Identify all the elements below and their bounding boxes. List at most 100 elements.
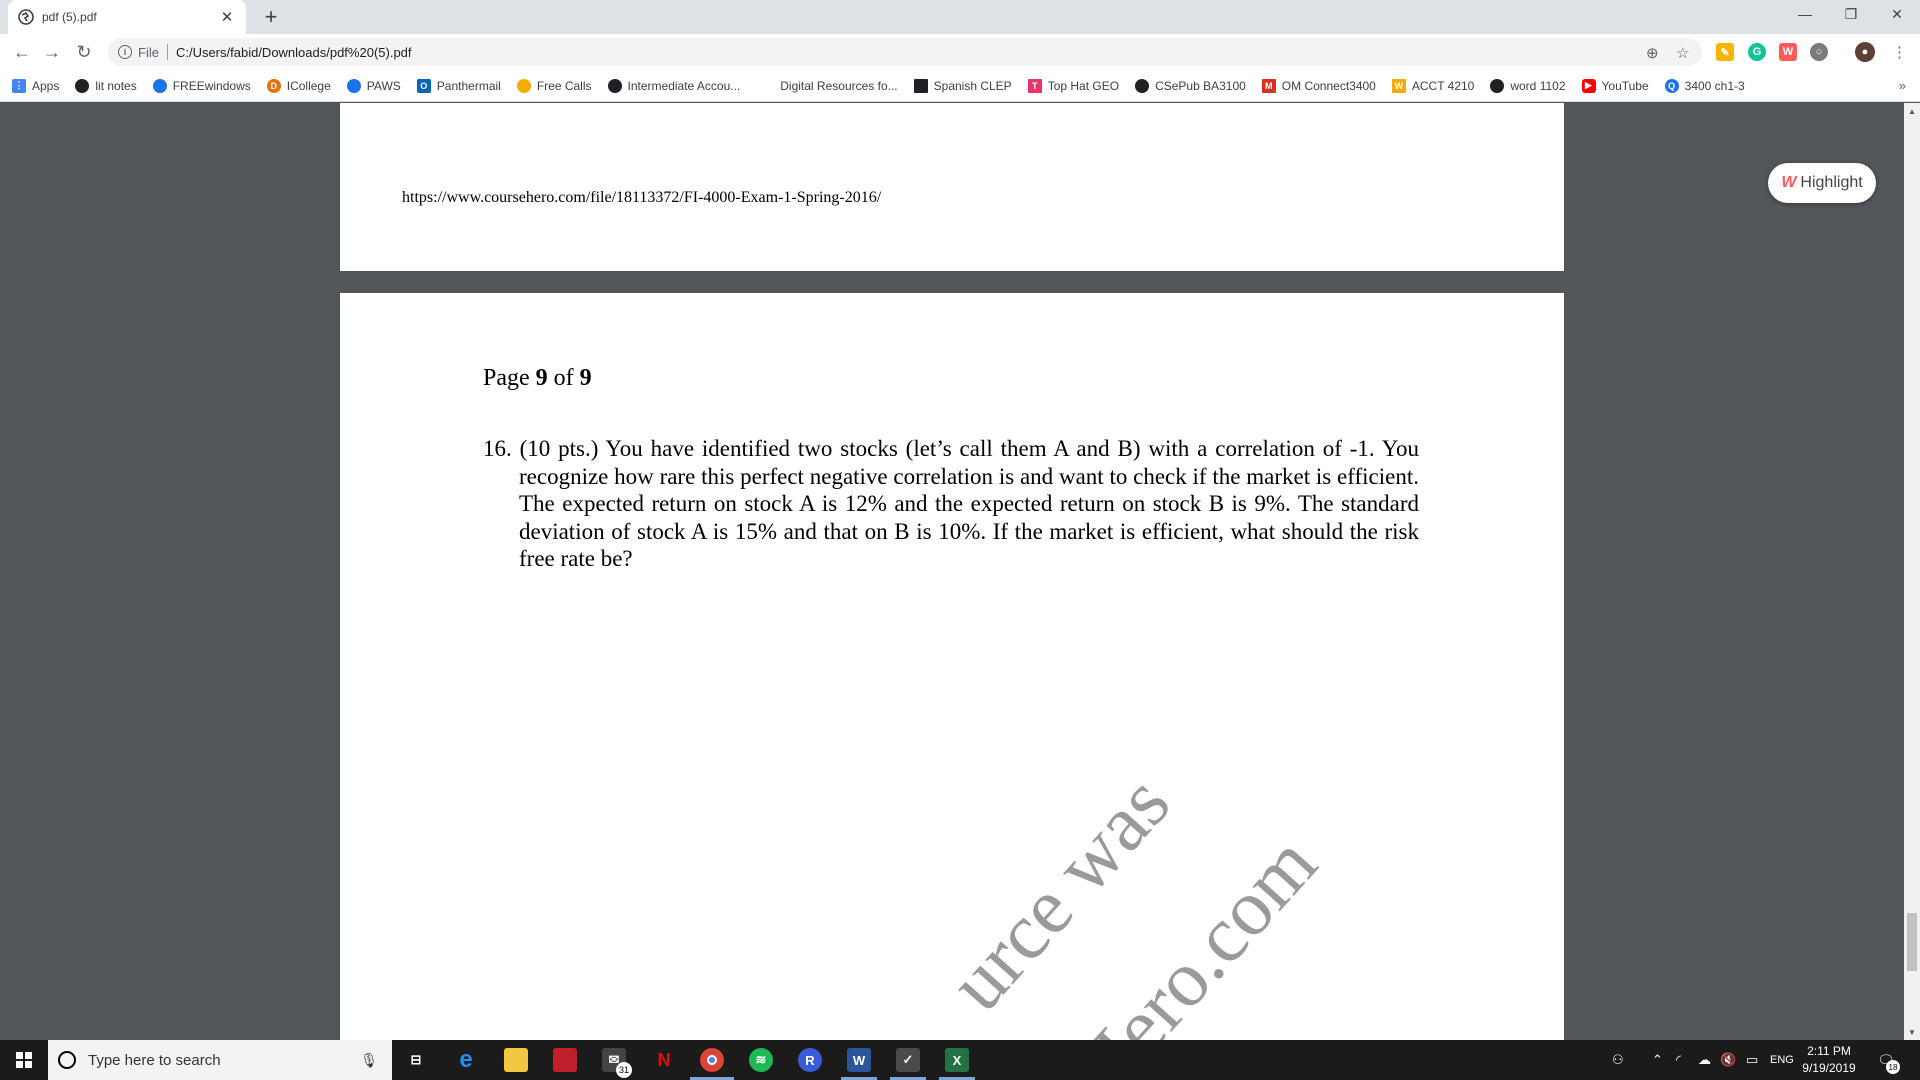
globe-icon [75, 78, 90, 93]
forward-button[interactable]: → [38, 38, 66, 66]
globe-icon [18, 9, 34, 25]
quizlet-icon: Q [1664, 78, 1679, 93]
globe-icon [607, 78, 622, 93]
start-button[interactable] [0, 1040, 48, 1080]
gsu-logo-icon [152, 78, 167, 93]
back-button[interactable]: ← [8, 38, 36, 66]
grammarly-extension-icon[interactable]: G [1748, 43, 1766, 61]
bookmark-3400-ch1-3[interactable]: Q 3400 ch1-3 [1664, 78, 1745, 93]
browser-toolbar: ← → ↻ i File C:/Users/fabid/Downloads/pd… [0, 34, 1920, 70]
zoom-icon[interactable]: ⊕ [1646, 44, 1659, 62]
address-separator [166, 44, 168, 60]
scheme-label: File [138, 44, 159, 60]
netflix-icon[interactable]: N [652, 1048, 676, 1072]
bookmark-top-hat-geo[interactable]: T Top Hat GEO [1027, 78, 1119, 93]
bookmark-icollege[interactable]: D ICollege [266, 78, 331, 93]
windows-logo-icon [16, 1052, 32, 1068]
bookmark-lit-notes[interactable]: lit notes [75, 78, 137, 93]
globe-icon [1135, 78, 1150, 93]
volume-muted-icon[interactable]: 🔇 [1720, 1040, 1736, 1080]
tab-strip: pdf (5).pdf ✕ + — ❐ ✕ [0, 0, 1920, 34]
bookmark-freewindows[interactable]: FREEwindows [152, 78, 251, 93]
bookmark-youtube[interactable]: ▶ YouTube [1581, 78, 1649, 93]
weava-icon: W [1391, 78, 1406, 93]
word-icon[interactable]: W [847, 1048, 871, 1072]
bookmarks-bar: ⋮ Apps lit notes FREEwindows D ICollege PA… [0, 70, 1920, 102]
minimize-button[interactable]: — [1782, 0, 1828, 28]
task-view-icon[interactable]: ⊟ [404, 1048, 428, 1072]
scroll-up-icon[interactable]: ▲ [1904, 103, 1920, 119]
bookmark-digital-resources[interactable]: Digital Resources fo... [780, 79, 897, 93]
people-icon[interactable]: ⚇ [1612, 1040, 1624, 1080]
bookmark-om-connect[interactable]: M OM Connect3400 [1261, 78, 1376, 93]
restore-button[interactable]: ❐ [1828, 0, 1874, 28]
bookmark-star-icon[interactable]: ☆ [1676, 44, 1689, 62]
language-indicator[interactable]: ENG [1770, 1040, 1794, 1080]
highlighter-extension-icon[interactable]: ✎ [1716, 43, 1734, 61]
taskbar-search-box[interactable]: Type here to search 🎙 [48, 1040, 392, 1080]
bookmark-panthermail[interactable]: O Panthermail [416, 78, 501, 93]
url-text[interactable]: C:/Users/fabid/Downloads/pdf%20(5).pdf [176, 45, 412, 60]
battery-icon[interactable]: ▭ [1746, 1040, 1758, 1080]
bookmark-word-1102[interactable]: word 1102 [1490, 78, 1566, 93]
r-app-icon[interactable]: R [798, 1048, 822, 1072]
edge-icon[interactable]: e [454, 1046, 478, 1073]
file-explorer-icon[interactable] [504, 1048, 528, 1072]
cortana-icon [58, 1051, 76, 1069]
reload-button[interactable]: ↻ [70, 38, 98, 66]
clock-date: 9/19/2019 [1802, 1061, 1856, 1075]
clock-time: 2:11 PM [1807, 1044, 1851, 1058]
onedrive-icon[interactable]: ☁ [1698, 1040, 1711, 1080]
excel-icon[interactable]: X [945, 1048, 969, 1072]
bookmarks-overflow-button[interactable]: » [1899, 78, 1906, 93]
windows-taskbar: Type here to search 🎙 ⊟ e ✉ 31 N ≋ R W ✓… [0, 1040, 1920, 1080]
pdf-page-9: Page 9 of 9 16. (10 pts.) You have ident… [340, 293, 1564, 1040]
page-number-label: Page 9 of 9 [483, 365, 592, 391]
mail-badge: 31 [616, 1062, 632, 1078]
vertical-scrollbar[interactable]: ▲ ▼ [1904, 103, 1920, 1040]
outlook-icon: O [416, 78, 431, 93]
notification-count-badge: 18 [1886, 1060, 1900, 1074]
pdf-page-8: https://www.coursehero.com/file/18113372… [340, 103, 1564, 271]
bookmark-intermediate-accounting[interactable]: Intermediate Accou... [607, 78, 740, 93]
bookmark-paws[interactable]: PAWS [346, 78, 401, 93]
highlight-button[interactable]: W Highlight [1768, 163, 1876, 203]
system-clock[interactable]: 2:11 PM 9/19/2019 [1792, 1043, 1866, 1077]
bookmark-csepub[interactable]: CSePub BA3100 [1135, 78, 1246, 93]
search-placeholder: Type here to search [88, 1051, 221, 1069]
chrome-icon[interactable] [700, 1048, 724, 1072]
tab-close-icon[interactable]: ✕ [218, 8, 236, 26]
bookmark-free-calls[interactable]: Free Calls [516, 78, 592, 93]
address-bar[interactable]: i File C:/Users/fabid/Downloads/pdf%20(5… [108, 38, 1702, 66]
gsu-logo-icon [346, 78, 361, 93]
tab-title: pdf (5).pdf [42, 10, 97, 24]
extension-circle-icon[interactable]: ○ [1810, 43, 1828, 61]
tab-pdf[interactable]: pdf (5).pdf ✕ [8, 0, 246, 34]
spotify-icon[interactable]: ≋ [749, 1048, 773, 1072]
info-icon[interactable]: i [118, 45, 132, 59]
bookmark-spanish-clep[interactable]: Spanish CLEP [913, 78, 1012, 93]
store-app-icon[interactable] [553, 1048, 577, 1072]
wifi-icon[interactable]: ◜ [1676, 1040, 1681, 1080]
bookmark-acct-4210[interactable]: W ACCT 4210 [1391, 78, 1474, 93]
action-center-icon[interactable]: 🗨 18 [1874, 1048, 1900, 1074]
profile-avatar[interactable]: ● [1855, 42, 1875, 62]
clep-icon [913, 78, 928, 93]
scroll-down-icon[interactable]: ▼ [1904, 1024, 1920, 1040]
source-url-text: https://www.coursehero.com/file/18113372… [402, 189, 882, 206]
apps-grid-icon: ⋮ [12, 78, 26, 93]
new-tab-button[interactable]: + [258, 4, 284, 30]
checkmark-app-icon[interactable]: ✓ [896, 1048, 920, 1072]
microphone-icon[interactable]: 🎙 [360, 1052, 378, 1069]
show-hidden-icons[interactable]: ⌃ [1652, 1040, 1663, 1080]
pdf-viewer[interactable]: https://www.coursehero.com/file/18113372… [0, 103, 1920, 1040]
scroll-thumb[interactable] [1907, 913, 1917, 971]
close-window-button[interactable]: ✕ [1874, 0, 1920, 28]
menu-kebab-icon[interactable]: ⋮ [1892, 43, 1907, 61]
weava-extension-icon[interactable]: W [1779, 43, 1797, 61]
phone-icon [516, 78, 531, 93]
globe-icon [1490, 78, 1505, 93]
bookmark-apps[interactable]: ⋮ Apps [12, 78, 59, 93]
youtube-icon: ▶ [1581, 78, 1596, 93]
question-16-text: 16. (10 pts.) You have identified two st… [483, 436, 1419, 571]
